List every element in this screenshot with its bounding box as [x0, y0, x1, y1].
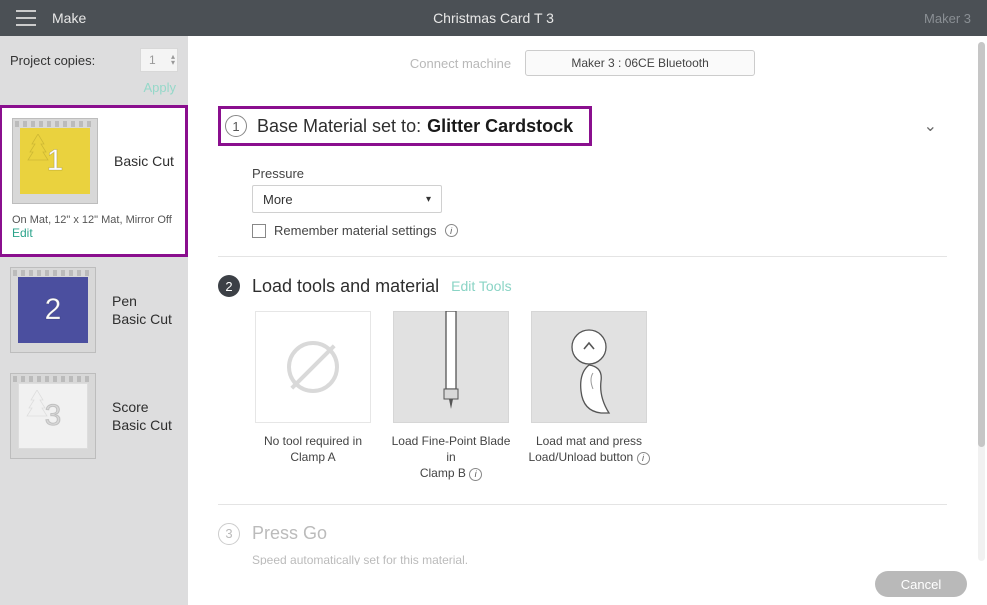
step2-title: Load tools and material: [252, 276, 439, 297]
divider: [218, 256, 947, 257]
material-value: Glitter Cardstock: [427, 116, 573, 137]
header-device-label: Maker 3: [924, 11, 971, 26]
project-copies-label: Project copies:: [10, 53, 95, 68]
header-make-label: Make: [52, 10, 86, 26]
info-icon[interactable]: i: [637, 452, 650, 465]
project-title: Christmas Card T 3: [433, 10, 554, 26]
mat-thumb-3: 3: [10, 373, 96, 459]
step1-title: Base Material set to:: [257, 116, 421, 137]
mat-card-2[interactable]: 2 Pen Basic Cut: [0, 257, 188, 363]
step1-number: 1: [225, 115, 247, 137]
mat-number-1: 1: [47, 144, 64, 178]
connect-machine-label: Connect machine: [410, 56, 511, 71]
mat-label-2: Pen Basic Cut: [112, 292, 172, 328]
mat-number-2: 2: [45, 293, 62, 327]
pressure-label: Pressure: [252, 166, 947, 181]
stepper-arrows-icon: ▴▾: [171, 54, 175, 66]
mat-label-3: Score Basic Cut: [112, 398, 172, 434]
divider: [218, 504, 947, 505]
scrollbar[interactable]: [978, 42, 985, 561]
blade-icon: [393, 311, 509, 423]
step3-number: 3: [218, 523, 240, 545]
edit-tools-link[interactable]: Edit Tools: [451, 278, 511, 294]
chevron-down-icon[interactable]: ⌄: [924, 116, 937, 136]
no-tool-icon: [255, 311, 371, 423]
app-header: Make Christmas Card T 3 Maker 3: [0, 0, 987, 36]
tool-card-clamp-b: Load Fine-Point Blade inClamp B i: [390, 311, 512, 482]
mat-card-1[interactable]: 1 Basic Cut On Mat, 12" x 12" Mat, Mirro…: [0, 105, 188, 257]
mat-meta-1: On Mat, 12" x 12" Mat, Mirror Off: [12, 214, 175, 226]
mat-thumb-2: 2: [10, 267, 96, 353]
cancel-button[interactable]: Cancel: [875, 571, 967, 597]
apply-link[interactable]: Apply: [0, 78, 188, 105]
remember-label: Remember material settings: [274, 223, 437, 238]
step3-title: Press Go: [252, 523, 327, 544]
machine-select[interactable]: Maker 3 : 06CE Bluetooth: [525, 50, 755, 76]
main-panel: Connect machine Maker 3 : 06CE Bluetooth…: [188, 36, 987, 605]
pressure-select[interactable]: More: [252, 185, 442, 213]
tool-card-load-mat: Load mat and pressLoad/Unload button i: [528, 311, 650, 482]
mat-thumb-1: 1: [12, 118, 98, 204]
step1-highlight: 1 Base Material set to: Glitter Cardstoc…: [218, 106, 592, 146]
step3-note: Speed automatically set for this materia…: [252, 553, 947, 565]
mat-number-3: 3: [45, 399, 62, 433]
sidebar: Project copies: 1 ▴▾ Apply 1 Basic Cut O…: [0, 36, 188, 605]
info-icon[interactable]: i: [445, 224, 458, 237]
mat-edit-link-1[interactable]: Edit: [12, 226, 175, 240]
step2-number: 2: [218, 275, 240, 297]
project-copies-value: 1: [149, 53, 156, 67]
project-copies-stepper[interactable]: 1 ▴▾: [140, 48, 178, 72]
scrollbar-thumb[interactable]: [978, 42, 985, 447]
info-icon[interactable]: i: [469, 468, 482, 481]
tool-card-clamp-a: No tool required inClamp A: [252, 311, 374, 482]
mat-label-1: Basic Cut: [114, 152, 174, 170]
remember-checkbox[interactable]: [252, 224, 266, 238]
menu-icon[interactable]: [16, 10, 36, 26]
mat-card-3[interactable]: 3 Score Basic Cut: [0, 363, 188, 469]
load-button-icon: [531, 311, 647, 423]
